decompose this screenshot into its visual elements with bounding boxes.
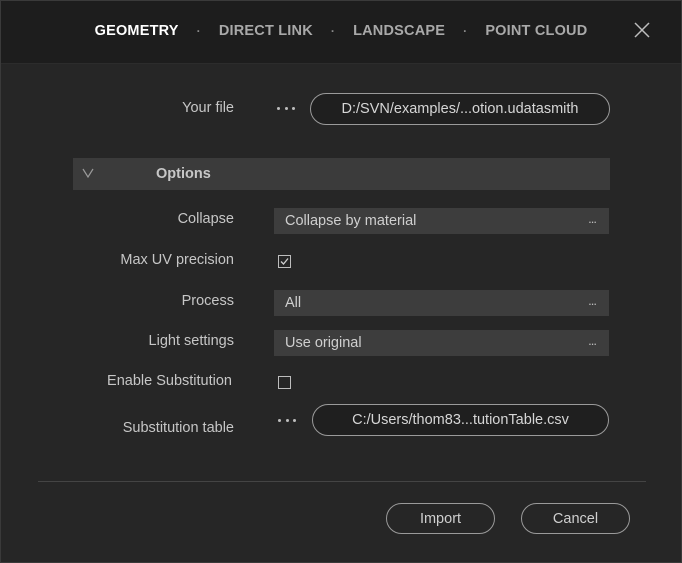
- checkmark-icon: [280, 258, 289, 265]
- your-file-label: Your file: [182, 100, 234, 116]
- dialog-header: GEOMETRY · DIRECT LINK · LANDSCAPE · POI…: [1, 1, 681, 64]
- cancel-button[interactable]: Cancel: [521, 503, 630, 534]
- collapse-select[interactable]: Collapse by material ...: [274, 208, 609, 234]
- tab-geometry[interactable]: GEOMETRY: [95, 23, 179, 39]
- import-button[interactable]: Import: [386, 503, 495, 534]
- browse-substitution-icon[interactable]: [278, 417, 296, 423]
- file-path-field[interactable]: D:/SVN/examples/...otion.udatasmith: [310, 93, 610, 125]
- enable-substitution-checkbox[interactable]: [278, 376, 291, 389]
- enable-substitution-label: Enable Substitution: [107, 373, 232, 389]
- close-icon[interactable]: [633, 21, 651, 39]
- collapse-value: Collapse by material: [285, 213, 417, 229]
- tab-landscape[interactable]: LANDSCAPE: [353, 23, 445, 39]
- tab-direct-link[interactable]: DIRECT LINK: [219, 23, 313, 39]
- browse-file-icon[interactable]: [277, 105, 295, 111]
- footer-divider: [38, 481, 646, 482]
- tab-bar: GEOMETRY · DIRECT LINK · LANDSCAPE · POI…: [1, 1, 681, 61]
- process-value: All: [285, 295, 302, 311]
- collapse-label: Collapse: [177, 211, 234, 227]
- options-section-header[interactable]: Options: [73, 158, 610, 190]
- options-title: Options: [156, 166, 211, 182]
- process-label: Process: [181, 293, 234, 309]
- light-settings-value: Use original: [285, 335, 362, 351]
- chevron-down-icon: [82, 168, 94, 178]
- tab-separator: ·: [330, 24, 336, 38]
- tab-separator: ·: [463, 24, 468, 38]
- tab-separator: ·: [196, 24, 201, 38]
- more-icon: ...: [588, 211, 597, 226]
- light-settings-label: Light settings: [148, 333, 234, 349]
- substitution-table-label: Substitution table: [122, 420, 234, 436]
- light-settings-select[interactable]: Use original ...: [274, 330, 609, 356]
- tab-point-cloud[interactable]: POINT CLOUD: [485, 23, 587, 39]
- max-uv-precision-checkbox[interactable]: [278, 255, 291, 268]
- import-dialog: GEOMETRY · DIRECT LINK · LANDSCAPE · POI…: [0, 0, 682, 563]
- process-select[interactable]: All ...: [274, 290, 609, 316]
- more-icon: ...: [588, 293, 597, 308]
- max-uv-precision-label: Max UV precision: [120, 252, 234, 268]
- more-icon: ...: [588, 333, 597, 348]
- substitution-table-path-field[interactable]: C:/Users/thom83...tutionTable.csv: [312, 404, 609, 436]
